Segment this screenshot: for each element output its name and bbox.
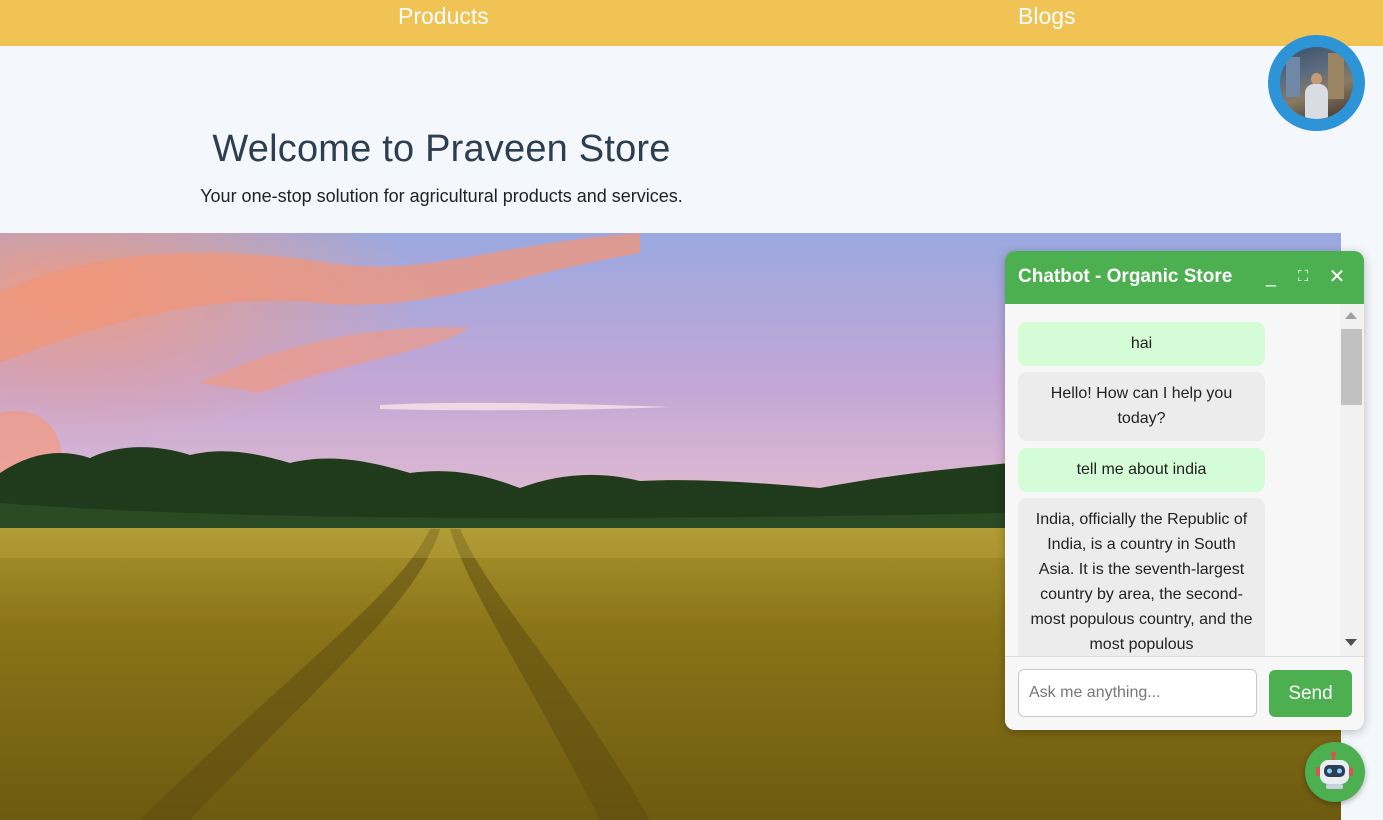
bot-message: Hello! How can I help you today? [1018, 372, 1265, 441]
scroll-down-arrow-icon[interactable] [1345, 639, 1357, 646]
nav-link-products[interactable]: Products [398, 3, 489, 30]
page-title: Welcome to Praveen Store [212, 128, 671, 170]
avatar-photo [1280, 47, 1353, 119]
chatbot-header: Chatbot - Organic Store _ ⛶ ✕ [1005, 251, 1364, 304]
robot-icon [1316, 751, 1353, 789]
user-message: hai [1018, 322, 1265, 366]
maximize-icon[interactable]: ⛶ [1291, 265, 1315, 289]
page-subtitle: Your one-stop solution for agricultural … [200, 186, 683, 206]
minimize-icon[interactable]: _ [1259, 265, 1283, 289]
nav-link-blogs[interactable]: Blogs [1018, 3, 1076, 30]
scrollbar-thumb[interactable] [1341, 329, 1362, 405]
chatbot-window: Chatbot - Organic Store _ ⛶ ✕ hai Hello!… [1005, 251, 1364, 730]
scroll-up-arrow-icon[interactable] [1345, 312, 1357, 319]
hero-section: Welcome to Praveen Store Your one-stop s… [0, 128, 883, 207]
chatbot-title: Chatbot - Organic Store [1018, 266, 1233, 287]
top-navbar: Products Blogs [0, 0, 1383, 46]
send-button[interactable]: Send [1269, 670, 1352, 717]
chat-input-area: Send [1005, 656, 1364, 730]
bot-message: India, officially the Republic of India,… [1018, 498, 1265, 656]
close-icon[interactable]: ✕ [1325, 265, 1349, 289]
chat-scrollbar[interactable] [1340, 304, 1364, 656]
chat-input[interactable] [1018, 669, 1257, 717]
profile-avatar[interactable] [1268, 35, 1365, 131]
chat-messages: hai Hello! How can I help you today? tel… [1005, 304, 1364, 656]
chatbot-toggle-button[interactable] [1305, 742, 1365, 802]
user-message: tell me about india [1018, 448, 1265, 492]
